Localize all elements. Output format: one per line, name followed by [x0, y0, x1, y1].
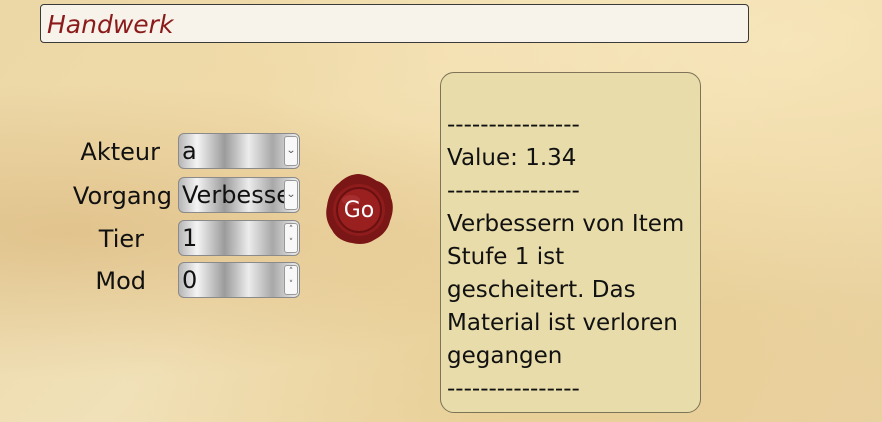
chevron-down-icon: ⌄: [285, 145, 297, 156]
separator-bottom: ----------------: [447, 376, 580, 402]
tier-row: Tier 1 ˄ ˅: [0, 220, 310, 258]
mod-stepper[interactable]: ˄ ˅: [284, 265, 298, 295]
result-panel: ---------------- Value: 1.34 -----------…: [440, 72, 701, 413]
chevron-up-icon[interactable]: ˄: [285, 266, 297, 279]
actor-label: Akteur: [80, 138, 160, 166]
chevron-up-icon[interactable]: ˄: [285, 224, 297, 237]
tier-stepper[interactable]: ˄ ˅: [284, 223, 298, 253]
chevron-down-icon[interactable]: ˅: [285, 237, 297, 250]
actor-select-value: a: [182, 137, 197, 165]
process-row: Vorgang Verbessern ⌄: [0, 177, 310, 215]
chevron-down-icon: ⌄: [285, 189, 297, 200]
mod-label-box: Mod: [0, 262, 146, 300]
process-select-dropdown[interactable]: ⌄: [284, 180, 298, 210]
separator-mid: ----------------: [447, 178, 580, 204]
mod-label: Mod: [95, 267, 146, 295]
tier-input-value: 1: [182, 224, 198, 252]
tier-label-box: Tier: [0, 220, 144, 258]
mod-input[interactable]: 0 ˄ ˅: [178, 262, 300, 298]
tier-label: Tier: [98, 225, 144, 253]
page-title: Handwerk: [40, 4, 749, 43]
go-button-label: Go: [343, 198, 375, 223]
tier-input[interactable]: 1 ˄ ˅: [178, 220, 300, 256]
go-button[interactable]: Go: [324, 172, 394, 246]
chevron-down-icon[interactable]: ˅: [285, 279, 297, 292]
result-message: Verbessern von Item Stufe 1 ist gescheit…: [447, 211, 685, 369]
value-line: Value: 1.34: [447, 145, 577, 171]
actor-label-box: Akteur: [0, 133, 160, 171]
actor-select-dropdown[interactable]: ⌄: [284, 136, 298, 166]
mod-row: Mod 0 ˄ ˅: [0, 262, 310, 300]
separator-top: ----------------: [447, 112, 580, 138]
mod-input-value: 0: [182, 266, 198, 294]
process-select[interactable]: Verbessern ⌄: [178, 177, 300, 213]
process-label: Vorgang: [72, 182, 172, 210]
actor-row: Akteur a ⌄: [0, 133, 310, 171]
process-select-value: Verbessern: [182, 181, 284, 209]
actor-select[interactable]: a ⌄: [178, 133, 300, 169]
process-label-box: Vorgang: [0, 177, 172, 215]
